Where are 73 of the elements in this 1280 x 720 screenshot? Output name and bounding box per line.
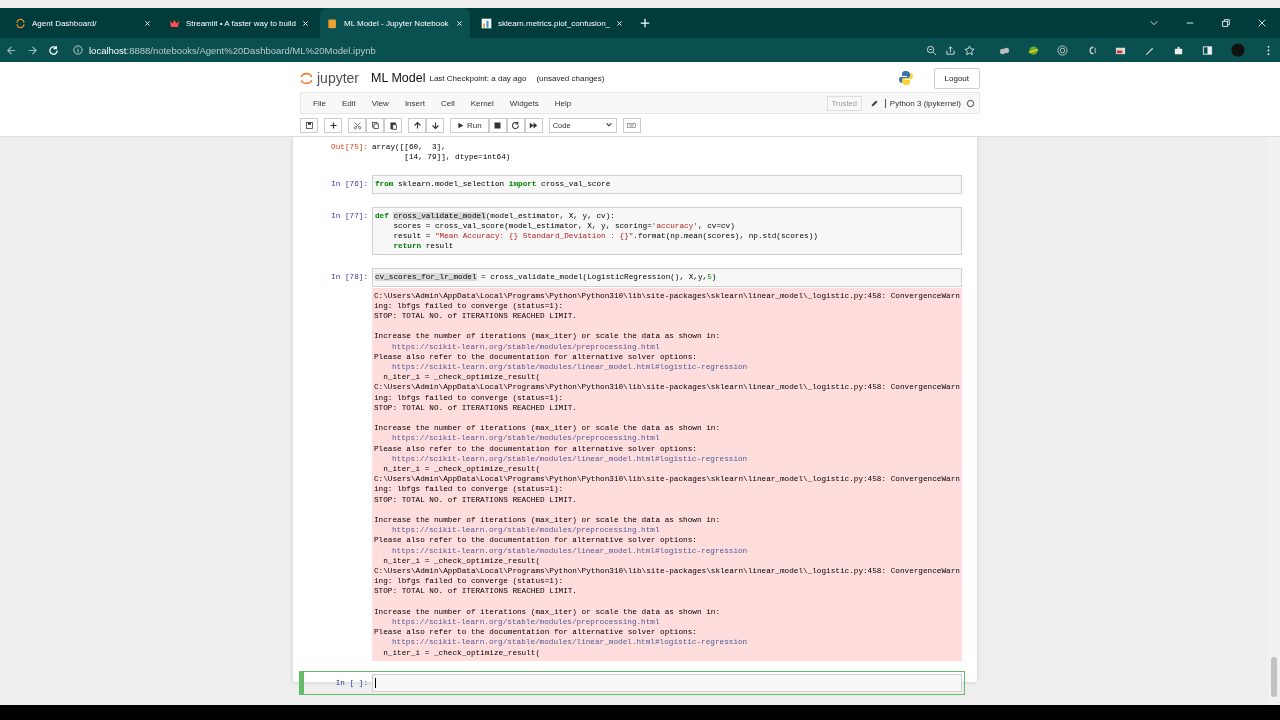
menu-item[interactable]: Widgets — [509, 98, 539, 108]
tab-title: sklearn.metrics.plot_confusion_ — [497, 18, 611, 28]
menu-item[interactable]: Kernel — [470, 98, 494, 108]
ring-icon — [15, 17, 26, 29]
sidebar-icon[interactable] — [1202, 44, 1213, 56]
clipboard-icon — [388, 120, 398, 130]
pencil-icon[interactable] — [869, 98, 879, 108]
kernel-idle-icon — [966, 98, 975, 108]
chevron-down-icon[interactable] — [1149, 18, 1159, 28]
menu-item[interactable]: View — [371, 98, 389, 108]
browser-tab[interactable]: ML Model - Jupyter Notebook — [319, 8, 470, 38]
restart-button[interactable] — [506, 117, 525, 133]
browser-tab[interactable]: Agent Dashboard/ — [8, 8, 158, 38]
checkpoint-text: Last Checkpoint: a day ago — [429, 73, 527, 83]
tab-title: ML Model - Jupyter Notebook — [343, 18, 450, 28]
close-icon[interactable] — [301, 19, 309, 27]
notebook-title[interactable]: ML Model — [371, 71, 426, 85]
jupyter-logo-text[interactable]: jupyter — [317, 70, 360, 86]
browser-tab[interactable]: Streamlit • A faster way to build — [162, 8, 316, 38]
back-arrow-icon[interactable] — [6, 44, 17, 56]
orbit-logo-icon — [300, 71, 313, 85]
stop-button[interactable] — [488, 117, 507, 133]
scissors-icon — [352, 120, 362, 130]
move-up-button[interactable] — [408, 117, 426, 133]
cut-button[interactable] — [348, 117, 366, 133]
restart-icon — [511, 120, 521, 130]
close-icon[interactable] — [616, 19, 624, 27]
forward-arrow-icon[interactable] — [27, 44, 38, 56]
zoom-out-icon[interactable] — [926, 44, 937, 56]
move-down-button[interactable] — [426, 117, 444, 133]
stop-icon — [493, 120, 503, 130]
plus-icon — [328, 120, 338, 130]
restore-icon[interactable] — [1221, 18, 1231, 28]
menu-item[interactable]: Cell — [440, 98, 455, 108]
snake-logo-icon — [897, 70, 914, 86]
target-icon[interactable] — [1057, 44, 1068, 56]
add-cell-button[interactable] — [324, 117, 342, 133]
unsaved-status: (unsaved changes) — [536, 73, 605, 83]
fast-forward-icon — [529, 120, 539, 130]
down-arrow-icon — [430, 120, 440, 130]
fast-forward-button[interactable] — [524, 117, 543, 133]
notebook-icon — [326, 17, 338, 29]
plus-icon[interactable] — [640, 18, 651, 28]
code-editor[interactable] — [372, 206, 962, 256]
kernel-name[interactable]: Python 3 (ipykernel) — [884, 98, 961, 108]
chart-icon — [480, 17, 492, 29]
close-icon[interactable] — [144, 19, 151, 27]
close-icon[interactable] — [455, 19, 463, 27]
paste-button[interactable] — [384, 117, 402, 133]
menu-item[interactable]: Help — [554, 98, 572, 108]
logout-button[interactable]: Logout — [933, 67, 980, 89]
info-icon — [73, 45, 83, 55]
tab-title: Streamlit • A faster way to build — [186, 18, 296, 28]
text-cursor — [375, 677, 376, 688]
close-icon[interactable] — [1257, 18, 1267, 28]
tab-title: Agent Dashboard/ — [32, 18, 98, 28]
menu-item[interactable]: Edit — [341, 98, 356, 108]
copy-button[interactable] — [366, 117, 384, 133]
share-icon[interactable] — [945, 44, 956, 56]
reload-icon[interactable] — [48, 44, 59, 56]
globe-icon[interactable] — [1028, 44, 1039, 56]
save-button[interactable] — [300, 117, 318, 133]
up-arrow-icon — [412, 120, 422, 130]
caret-icon — [604, 121, 613, 129]
star-icon[interactable] — [964, 44, 975, 56]
menu-item[interactable]: Insert — [404, 98, 425, 108]
crown-icon — [169, 17, 180, 29]
menu-item[interactable]: File — [313, 98, 326, 108]
keyboard-icon — [627, 120, 637, 130]
run-button[interactable]: Run — [450, 117, 489, 133]
copy-icon — [370, 120, 380, 130]
browser-tab[interactable]: sklearn.metrics.plot_confusion_ — [473, 8, 631, 38]
play-icon — [457, 121, 464, 129]
